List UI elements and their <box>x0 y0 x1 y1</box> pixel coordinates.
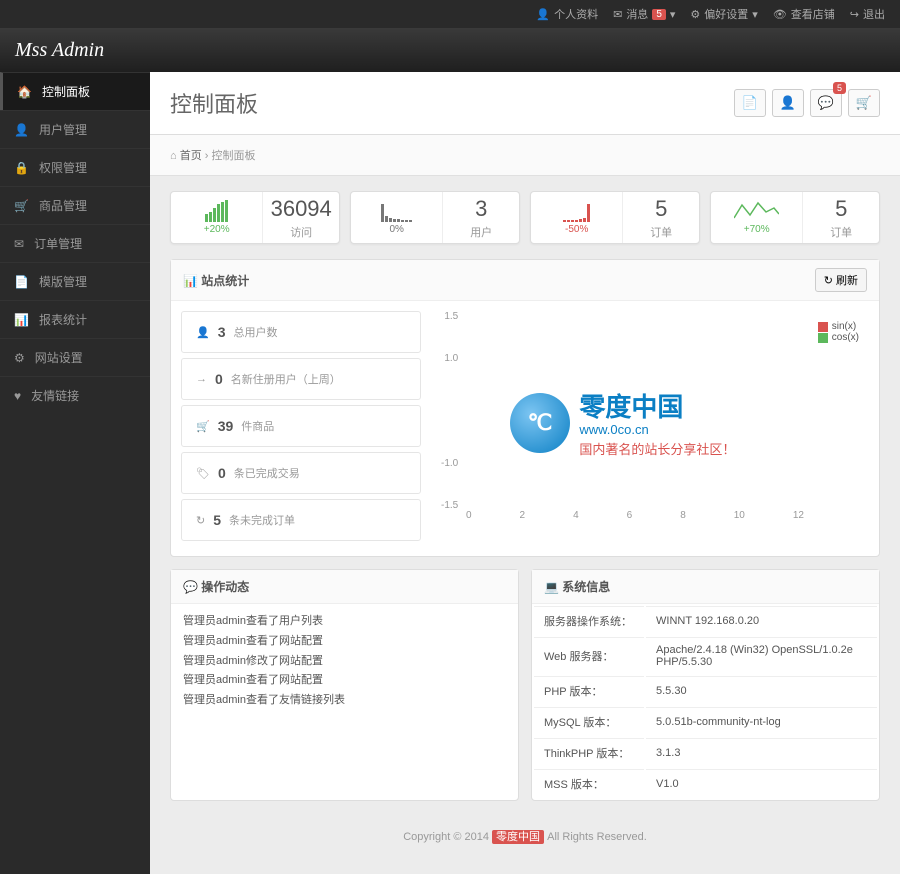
user-button[interactable]: 👤 <box>772 89 804 117</box>
title-actions: 📄👤💬5🛒 <box>734 89 880 117</box>
sidebar-icon: 📄 <box>14 275 29 289</box>
stat-item-icon: 🛒 <box>196 420 210 433</box>
sidebar-item-8[interactable]: ♥ 友情链接 <box>0 376 150 414</box>
stat-item-4: ↻ 5 条未完成订单 <box>181 499 421 541</box>
pref-link[interactable]: ⚙ 偏好设置 ▾ <box>690 6 757 22</box>
info-row: 服务器操作系统：WINNT 192.168.0.20 <box>534 606 877 635</box>
sidebar-item-0[interactable]: 🏠 控制面板 <box>0 72 150 110</box>
log-entry: 管理员admin修改了网站配置 <box>183 652 506 672</box>
cart-button[interactable]: 🛒 <box>848 89 880 117</box>
chart-area: 1.51.0-1.0-1.5 024681012 sin(x)cos(x) <box>421 311 869 521</box>
sidebar-icon: ⚙ <box>14 351 25 365</box>
stat-box-2: -50%5订单 <box>530 191 700 244</box>
breadcrumb-home[interactable]: 首页 <box>180 150 202 162</box>
sys-panel: 💻 系统信息 服务器操作系统：WINNT 192.168.0.20Web 服务器… <box>531 569 880 801</box>
sidebar-label: 权限管理 <box>39 159 87 176</box>
sidebar-label: 商品管理 <box>39 197 87 214</box>
footer: Copyright © 2014 零度中国 All Rights Reserve… <box>170 813 880 859</box>
msg-link[interactable]: ✉ 消息 5 ▾ <box>613 6 675 22</box>
sidebar-label: 控制面板 <box>42 83 90 100</box>
sidebar-icon: 📊 <box>14 313 29 327</box>
msg-button[interactable]: 💬5 <box>810 89 842 117</box>
log-entry: 管理员admin查看了网站配置 <box>183 671 506 691</box>
log-entry: 管理员admin查看了友情链接列表 <box>183 691 506 711</box>
home-icon: ⌂ <box>170 150 177 162</box>
sidebar-icon: 🔒 <box>14 161 29 175</box>
sidebar-item-4[interactable]: ✉ 订单管理 <box>0 224 150 262</box>
sidebar-label: 网站设置 <box>35 349 83 366</box>
stat-item-icon: → <box>196 373 207 385</box>
sidebar-item-3[interactable]: 🛒 商品管理 <box>0 186 150 224</box>
doc-button[interactable]: 📄 <box>734 89 766 117</box>
sidebar-item-6[interactable]: 📊 报表统计 <box>0 300 150 338</box>
chart-legend: sin(x)cos(x) <box>818 321 859 343</box>
page-title-bar: 控制面板 📄👤💬5🛒 <box>150 72 900 135</box>
breadcrumb: ⌂ 首页 › 控制面板 <box>150 135 900 176</box>
stat-item-1: → 0 名新住册用户（上周） <box>181 358 421 400</box>
stat-box-3: +70%5订单 <box>710 191 880 244</box>
sidebar-icon: ♥ <box>14 389 21 403</box>
info-row: ThinkPHP 版本：3.1.3 <box>534 738 877 767</box>
stat-item-icon: 👤 <box>196 326 210 339</box>
stat-item-0: 👤 3 总用户数 <box>181 311 421 353</box>
info-row: MySQL 版本：5.0.51b-community-nt-log <box>534 707 877 736</box>
stats-row: +20%36094访问0%3用户-50%5订单+70%5订单 <box>170 191 880 244</box>
stat-box-0: +20%36094访问 <box>170 191 340 244</box>
stat-item-icon: 🏷 <box>196 467 210 480</box>
header: Mss Admin <box>0 28 900 72</box>
site-stats-panel: 📊 站点统计 ↻ 刷新 👤 3 总用户数→ 0 名新住册用户（上周）🛒 39 件… <box>170 259 880 557</box>
refresh-button[interactable]: ↻ 刷新 <box>815 268 867 292</box>
sidebar-item-7[interactable]: ⚙ 网站设置 <box>0 338 150 376</box>
sidebar-icon: ✉ <box>14 237 24 251</box>
sidebar: 🏠 控制面板 👤 用户管理 🔒 权限管理 🛒 商品管理 ✉ 订单管理 📄 模版管理 📊 报表统计 ⚙ 网站设置… <box>0 72 150 874</box>
ops-panel: 💬 操作动态 管理员admin查看了用户列表管理员admin查看了网站配置管理员… <box>170 569 519 801</box>
sidebar-item-1[interactable]: 👤 用户管理 <box>0 110 150 148</box>
ops-log-list: 管理员admin查看了用户列表管理员admin查看了网站配置管理员admin修改… <box>171 604 518 719</box>
shop-link[interactable]: 👁 查看店铺 <box>773 6 835 22</box>
breadcrumb-current: 控制面板 <box>212 150 256 162</box>
stat-item-2: 🛒 39 件商品 <box>181 405 421 447</box>
sidebar-icon: 🛒 <box>14 199 29 213</box>
sidebar-icon: 👤 <box>14 123 29 137</box>
log-entry: 管理员admin查看了用户列表 <box>183 612 506 632</box>
page-title: 控制面板 <box>170 87 258 119</box>
sidebar-item-2[interactable]: 🔒 权限管理 <box>0 148 150 186</box>
profile-link[interactable]: 👤 个人资料 <box>536 6 598 22</box>
stat-box-1: 0%3用户 <box>350 191 520 244</box>
sidebar-icon: 🏠 <box>17 85 32 99</box>
stat-item-icon: ↻ <box>196 514 205 527</box>
sidebar-item-5[interactable]: 📄 模版管理 <box>0 262 150 300</box>
sidebar-label: 友情链接 <box>31 387 79 404</box>
stat-list: 👤 3 总用户数 → 0 名新住册用户（上周） 🛒 39 件商品 🏷 0 条已完成交易… <box>181 311 421 546</box>
logo: Mss Admin <box>15 39 104 62</box>
log-entry: 管理员admin查看了网站配置 <box>183 632 506 652</box>
info-row: MSS 版本：V1.0 <box>534 769 877 798</box>
main: 控制面板 📄👤💬5🛒 ⌂ 首页 › 控制面板 +20%36094访问0%3用户-… <box>150 72 900 874</box>
sys-info-table: 服务器操作系统：WINNT 192.168.0.20Web 服务器：Apache… <box>532 604 879 800</box>
sidebar-label: 报表统计 <box>39 311 87 328</box>
stat-item-3: 🏷 0 条已完成交易 <box>181 452 421 494</box>
sidebar-label: 用户管理 <box>39 121 87 138</box>
sidebar-label: 模版管理 <box>39 273 87 290</box>
info-row: Web 服务器：Apache/2.4.18 (Win32) OpenSSL/1.… <box>534 637 877 674</box>
chart-icon: 📊 <box>183 274 198 288</box>
logout-link[interactable]: ↪ 退出 <box>850 6 885 22</box>
sidebar-label: 订单管理 <box>34 235 82 252</box>
info-row: PHP 版本：5.5.30 <box>534 676 877 705</box>
topbar: 👤 个人资料 ✉ 消息 5 ▾ ⚙ 偏好设置 ▾ 👁 查看店铺 ↪ 退出 <box>0 0 900 28</box>
